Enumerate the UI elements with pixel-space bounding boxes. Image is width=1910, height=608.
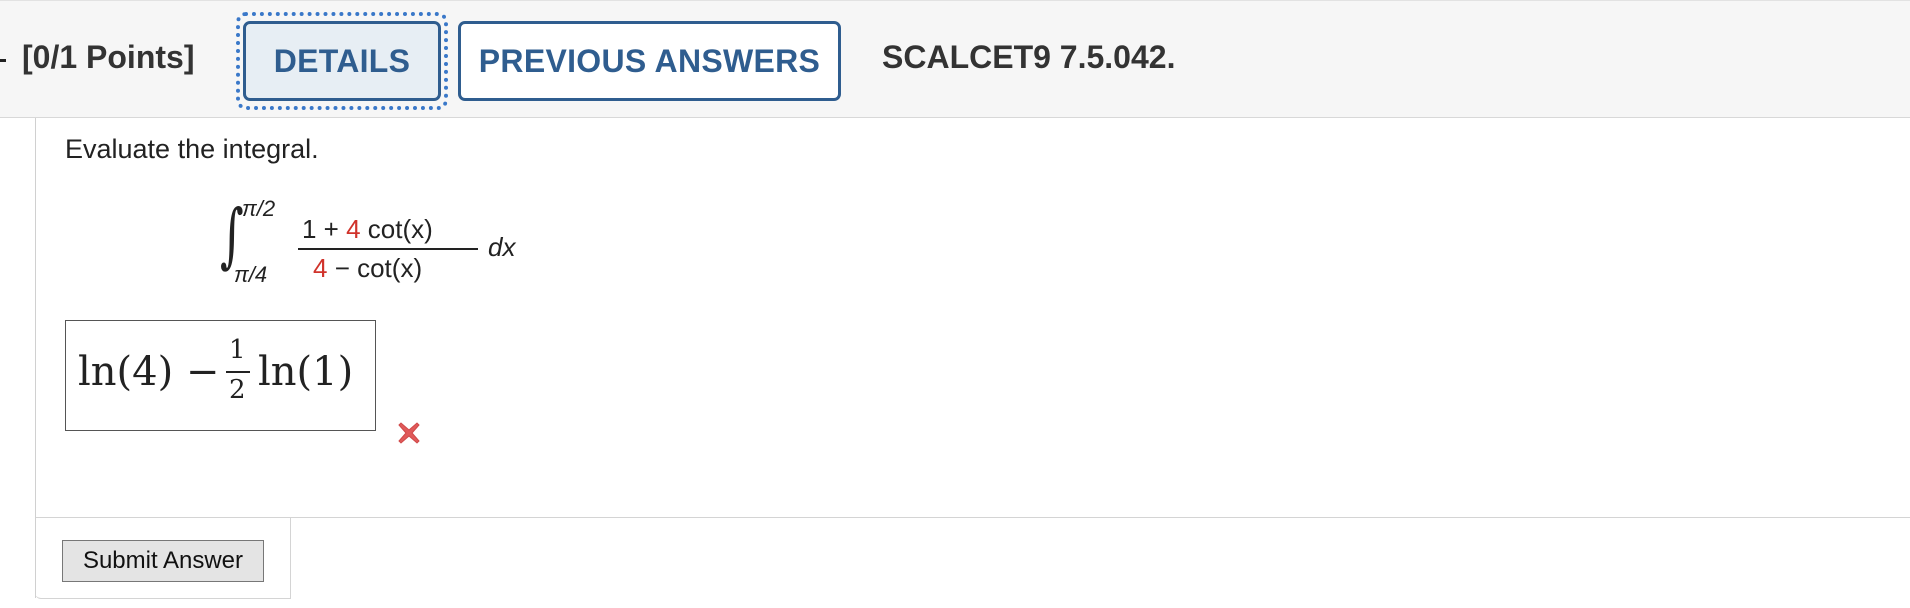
section-divider	[36, 517, 1910, 518]
answer-fraction: 1 2	[224, 335, 254, 415]
x-mark-icon	[398, 422, 420, 444]
integrand-denominator: 4 − cot(x)	[313, 253, 423, 283]
lower-limit: π/4	[234, 262, 268, 287]
list-bullet	[0, 59, 6, 62]
denominator-coefficient: 4	[313, 253, 328, 283]
answer-part-after: ln(1)	[258, 349, 354, 395]
numerator-coefficient: 4	[346, 214, 361, 244]
submit-answer-button[interactable]: Submit Answer	[62, 540, 264, 582]
answer-fraction-bar	[226, 371, 250, 373]
answer-input[interactable]: ln(4) − 1 2 ln(1)	[65, 320, 376, 431]
integrand-numerator: 1 + 4 cot(x)	[302, 214, 433, 244]
details-button[interactable]: DETAILS	[243, 21, 441, 101]
differential: dx	[488, 232, 516, 262]
answer-part-before: ln(4) −	[78, 349, 220, 395]
answer-fraction-denominator: 2	[229, 375, 246, 405]
question-prompt: Evaluate the integral.	[65, 134, 319, 164]
integral-expression: ∫ π/2 π/4 1 + 4 cot(x) 4 − cot(x) dx	[210, 196, 540, 296]
question-id: SCALCET9 7.5.042.	[882, 39, 1176, 75]
upper-limit: π/2	[242, 196, 276, 221]
integral-sign: ∫	[220, 194, 244, 276]
answer-fraction-numerator: 1	[229, 335, 246, 365]
points-label: [0/1 Points]	[22, 39, 195, 75]
fraction-bar	[298, 248, 478, 250]
previous-answers-button[interactable]: PREVIOUS ANSWERS	[458, 21, 841, 101]
question-header: [0/1 Points] DETAILS PREVIOUS ANSWERS SC…	[0, 0, 1910, 118]
